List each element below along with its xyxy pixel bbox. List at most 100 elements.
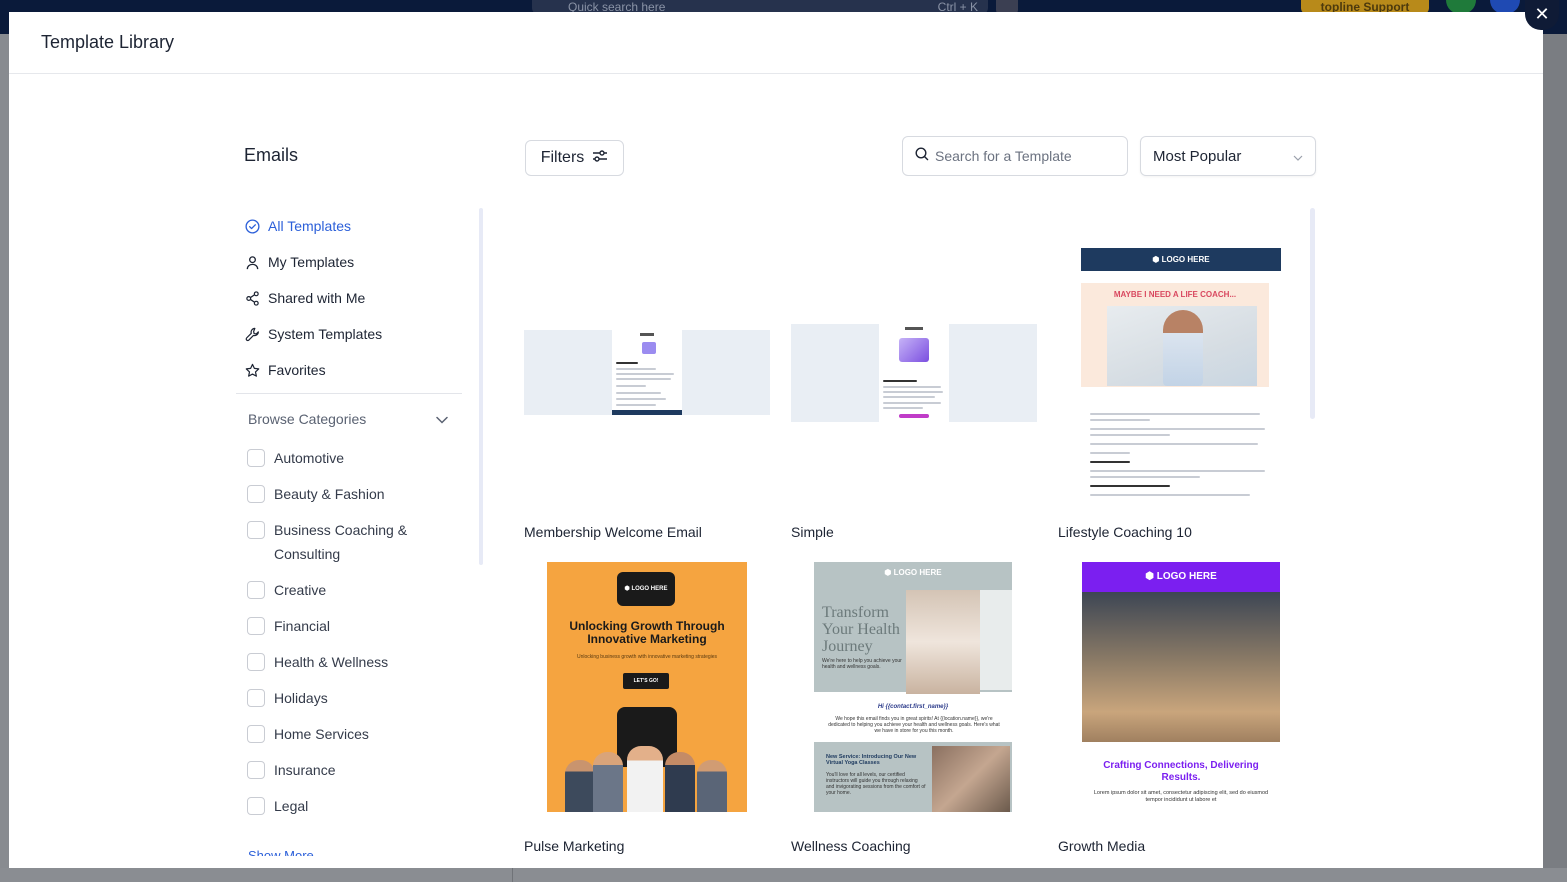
mini-email-preview: [879, 324, 949, 422]
mini-line: [883, 402, 941, 404]
category-label: Financial: [274, 618, 331, 634]
thumb-background: ⬢ LOGO HERE Transform Your Health Journe…: [814, 562, 1012, 812]
mini-line: [883, 407, 923, 409]
category-checkbox[interactable]: [247, 653, 265, 671]
app-footer-divider: [512, 868, 513, 882]
template-search[interactable]: [902, 136, 1128, 176]
browse-categories-toggle[interactable]: Browse Categories: [248, 411, 448, 427]
nav-label: Shared with Me: [268, 290, 366, 306]
thumb-background: ⬢ LOGO HERE Unlocking Growth Through Inn…: [547, 562, 747, 812]
email-subheadline: We're here to help you achieve your heal…: [822, 658, 902, 670]
text-line: [1090, 434, 1170, 436]
category-label: Automotive: [274, 450, 345, 466]
mini-footer: [612, 410, 682, 415]
text-line: [1090, 413, 1260, 415]
filters-button[interactable]: Filters: [525, 140, 624, 176]
person-image: [1163, 310, 1203, 386]
category-holidays[interactable]: Holidays: [247, 686, 447, 710]
category-label: Beauty & Fashion: [274, 486, 385, 502]
grid-scrollbar[interactable]: [1310, 208, 1315, 419]
sidebar-divider: [236, 393, 462, 394]
category-list: Automotive Beauty & Fashion Business Coa…: [247, 446, 447, 830]
category-automotive[interactable]: Automotive: [247, 446, 447, 470]
feature-photo: [932, 746, 1010, 812]
mini-logo: [640, 333, 654, 336]
mini-logo: [905, 327, 923, 330]
nav-label: All Templates: [268, 218, 352, 234]
mini-button: [899, 414, 929, 418]
category-checkbox[interactable]: [247, 761, 265, 779]
nav-label: System Templates: [268, 326, 383, 342]
nav-all-templates[interactable]: All Templates: [244, 208, 464, 244]
category-home-services[interactable]: Home Services: [247, 722, 447, 746]
category-insurance[interactable]: Insurance: [247, 758, 447, 782]
close-modal-button[interactable]: ✕: [1525, 0, 1559, 30]
logo-text: LOGO HERE: [1161, 255, 1210, 264]
email-headline: Crafting Connections, Delivering Results…: [1103, 760, 1259, 783]
user-icon: [244, 254, 260, 270]
mini-line: [616, 404, 656, 406]
chevron-down-icon: [436, 411, 448, 427]
nav-favorites[interactable]: Favorites: [244, 352, 464, 388]
logo-header: ⬢ LOGO HERE: [884, 568, 942, 577]
template-thumbnail: [524, 248, 770, 498]
category-financial[interactable]: Financial: [247, 614, 447, 638]
category-checkbox[interactable]: [247, 689, 265, 707]
mini-email-preview: [612, 330, 682, 415]
app-sidebar: [0, 34, 9, 882]
mini-line: [616, 373, 674, 375]
nav-shared-with-me[interactable]: Shared with Me: [244, 280, 464, 316]
category-checkbox[interactable]: [247, 617, 265, 635]
text-line: [1090, 470, 1265, 472]
text-line: [1090, 419, 1150, 421]
modal-header: Template Library: [9, 12, 1543, 74]
hero-side-panel: [980, 590, 1012, 690]
category-checkbox[interactable]: [247, 725, 265, 743]
feature-band: New Service: Introducing Our New Virtual…: [814, 742, 1012, 812]
logo-badge: ⬢ LOGO HERE: [617, 572, 675, 606]
wrench-icon: [244, 326, 260, 342]
sidebar-scrollbar[interactable]: [479, 208, 483, 565]
show-more-link[interactable]: Show More ⌄: [248, 848, 328, 856]
category-label: Insurance: [274, 762, 336, 778]
logo-header: ⬢ LOGO HERE: [1082, 562, 1280, 592]
email-body: We hope this email finds you in great sp…: [828, 716, 1000, 734]
category-business-coaching[interactable]: Business Coaching & Consulting: [247, 518, 447, 566]
text-line: [1090, 443, 1258, 445]
team-photo: [1082, 592, 1280, 742]
category-checkbox[interactable]: [247, 521, 265, 539]
nav-system-templates[interactable]: System Templates: [244, 316, 464, 352]
category-checkbox[interactable]: [247, 485, 265, 503]
template-name: Membership Welcome Email: [524, 524, 702, 540]
mini-illustration: [642, 342, 656, 354]
mini-line: [883, 386, 941, 388]
template-name: Growth Media: [1058, 838, 1146, 854]
template-thumbnail: [791, 248, 1037, 498]
sidebar-nav: All Templates My Templates Shared with M…: [244, 208, 464, 388]
email-headline: Transform Your Health Journey: [822, 604, 900, 655]
logo-text: LOGO HERE: [631, 586, 668, 592]
check-circle-icon: [244, 218, 260, 234]
text-line: [1090, 461, 1130, 463]
logo-text: LOGO HERE: [1156, 571, 1217, 582]
nav-my-templates[interactable]: My Templates: [244, 244, 464, 280]
category-checkbox[interactable]: [247, 797, 265, 815]
sort-select[interactable]: Most Popular: [1140, 136, 1316, 176]
category-creative[interactable]: Creative: [247, 578, 447, 602]
search-icon: [915, 146, 929, 166]
category-checkbox[interactable]: [247, 449, 265, 467]
mini-line: [883, 396, 935, 398]
feature-text: You'll love for all levels, our certifie…: [826, 772, 926, 796]
category-checkbox[interactable]: [247, 581, 265, 599]
people-image: [565, 737, 729, 812]
category-beauty-fashion[interactable]: Beauty & Fashion: [247, 482, 447, 506]
search-input[interactable]: [935, 148, 1115, 164]
email-cta: LET'S GO!: [623, 673, 669, 689]
text-line: [1090, 452, 1130, 454]
category-legal[interactable]: Legal: [247, 794, 447, 818]
person-figure: [627, 746, 663, 812]
person-figure: [697, 760, 727, 812]
category-health-wellness[interactable]: Health & Wellness: [247, 650, 447, 674]
show-more-label: Show More: [248, 848, 314, 856]
browse-categories-label: Browse Categories: [248, 411, 367, 427]
